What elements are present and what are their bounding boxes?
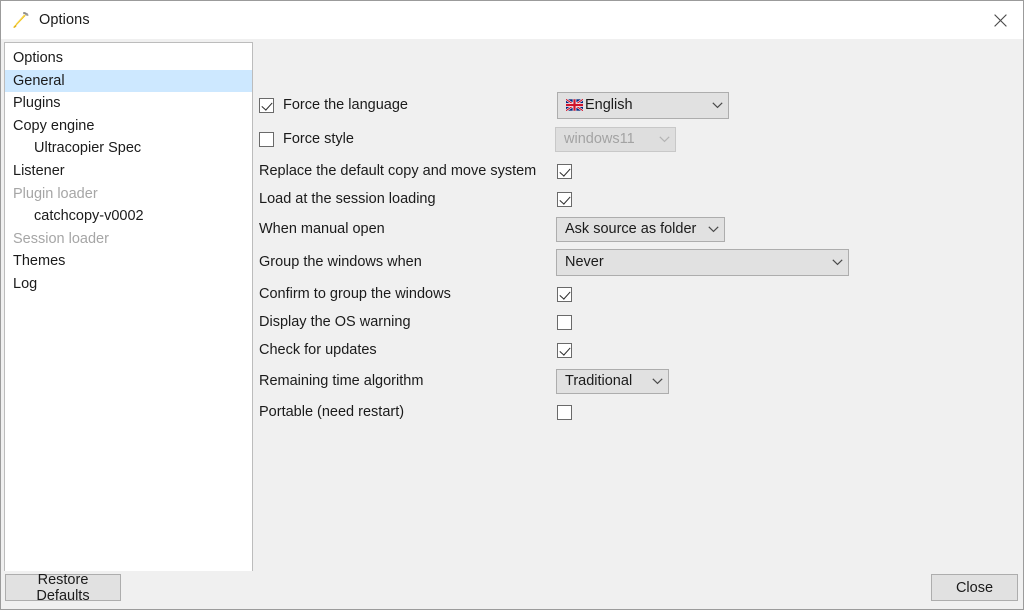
force-style-checkbox[interactable]: [259, 131, 274, 147]
dialog-footer: Restore Defaults Close: [1, 571, 1023, 609]
portable-label: Portable (need restart): [259, 404, 405, 420]
replace-default-checkbox[interactable]: [557, 163, 572, 179]
options-window: Options Options General Plugins Copy eng…: [0, 0, 1024, 610]
confirm-group-label: Confirm to group the windows: [259, 286, 451, 302]
sidebar-item-themes[interactable]: Themes: [5, 250, 252, 273]
sidebar-item-ultracopier-spec[interactable]: Ultracopier Spec: [5, 137, 252, 160]
sidebar-item-label: Plugin loader: [13, 185, 98, 202]
confirm-group-checkbox[interactable]: [557, 286, 572, 302]
title-bar: Options: [1, 1, 1023, 39]
setting-row-portable: Portable (need restart): [259, 397, 1020, 427]
manual-open-label: When manual open: [259, 221, 385, 237]
os-warning-label: Display the OS warning: [259, 314, 411, 330]
remaining-time-label: Remaining time algorithm: [259, 373, 424, 389]
portable-checkbox[interactable]: [557, 404, 572, 420]
sidebar-item-label: General: [13, 72, 65, 89]
group-windows-dropdown-value: Never: [565, 254, 604, 270]
chevron-down-icon: [653, 135, 675, 143]
chevron-down-icon: [702, 225, 724, 233]
force-language-checkbox[interactable]: [259, 97, 274, 113]
os-warning-checkbox[interactable]: [557, 314, 572, 330]
manual-open-dropdown[interactable]: Ask source as folder: [556, 216, 725, 242]
sidebar-item-log[interactable]: Log: [5, 273, 252, 296]
chevron-down-icon: [826, 258, 848, 266]
setting-row-force-language: Force the language English: [259, 90, 1020, 120]
sidebar-item-label: Plugins: [13, 95, 61, 112]
sidebar-item-session-loader: Session loader: [5, 228, 252, 251]
close-icon[interactable]: [977, 1, 1023, 39]
setting-row-load-session: Load at the session loading: [259, 184, 1020, 214]
language-dropdown[interactable]: English: [557, 91, 729, 119]
force-style-label: Force style: [283, 131, 354, 147]
check-updates-label: Check for updates: [259, 342, 377, 358]
sidebar-item-plugins[interactable]: Plugins: [5, 92, 252, 115]
force-language-label: Force the language: [283, 97, 408, 113]
chevron-down-icon: [646, 377, 668, 385]
close-button[interactable]: Close: [931, 574, 1018, 601]
sidebar-item-listener[interactable]: Listener: [5, 160, 252, 183]
sidebar-item-label: Themes: [13, 253, 66, 270]
check-updates-checkbox[interactable]: [557, 342, 572, 358]
load-session-checkbox[interactable]: [557, 191, 572, 207]
style-dropdown: windows11: [555, 126, 676, 152]
language-dropdown-value: English: [585, 97, 633, 113]
sidebar-item-label: Ultracopier Spec: [34, 140, 142, 157]
title-bar-left: Options: [1, 11, 90, 29]
sidebar-item-general[interactable]: General: [5, 69, 252, 93]
replace-default-label: Replace the default copy and move system: [259, 163, 537, 179]
restore-defaults-button[interactable]: Restore Defaults: [5, 572, 121, 604]
sidebar-item-label: Session loader: [13, 230, 109, 247]
setting-row-group-windows: Group the windows when Never: [259, 247, 1020, 277]
setting-row-check-updates: Check for updates: [259, 335, 1020, 365]
load-session-label: Load at the session loading: [259, 191, 436, 207]
general-settings-pane: Force the language English Force style w…: [259, 42, 1020, 576]
sidebar-item-label: Copy engine: [13, 117, 95, 134]
chevron-down-icon: [706, 101, 728, 109]
sidebar-item-options[interactable]: Options: [5, 47, 252, 70]
sidebar-item-label: Log: [13, 275, 38, 292]
remaining-time-dropdown-value: Traditional: [565, 373, 633, 389]
group-windows-dropdown[interactable]: Never: [556, 248, 849, 276]
hammer-icon: [12, 11, 30, 29]
setting-row-force-style: Force style windows11: [259, 124, 1020, 154]
sidebar-item-label: Listener: [13, 162, 65, 179]
uk-flag-icon: [565, 98, 584, 112]
setting-row-remaining-time: Remaining time algorithm Traditional: [259, 366, 1020, 396]
sidebar-item-catchcopy[interactable]: catchcopy-v0002: [5, 205, 252, 228]
setting-row-confirm-group: Confirm to group the windows: [259, 279, 1020, 309]
setting-row-replace-default: Replace the default copy and move system: [259, 156, 1020, 186]
sidebar-item-label: Options: [13, 50, 63, 66]
window-body: Options General Plugins Copy engine Ultr…: [1, 39, 1023, 576]
sidebar-item-plugin-loader: Plugin loader: [5, 183, 252, 206]
window-title: Options: [39, 12, 90, 28]
options-sidebar: Options General Plugins Copy engine Ultr…: [4, 42, 253, 576]
setting-row-os-warning: Display the OS warning: [259, 307, 1020, 337]
group-windows-label: Group the windows when: [259, 254, 422, 270]
style-dropdown-value: windows11: [564, 131, 635, 147]
remaining-time-dropdown[interactable]: Traditional: [556, 368, 669, 394]
sidebar-item-label: catchcopy-v0002: [34, 208, 144, 225]
manual-open-dropdown-value: Ask source as folder: [565, 221, 697, 237]
sidebar-item-copy-engine[interactable]: Copy engine: [5, 115, 252, 138]
setting-row-manual-open: When manual open Ask source as folder: [259, 214, 1020, 244]
